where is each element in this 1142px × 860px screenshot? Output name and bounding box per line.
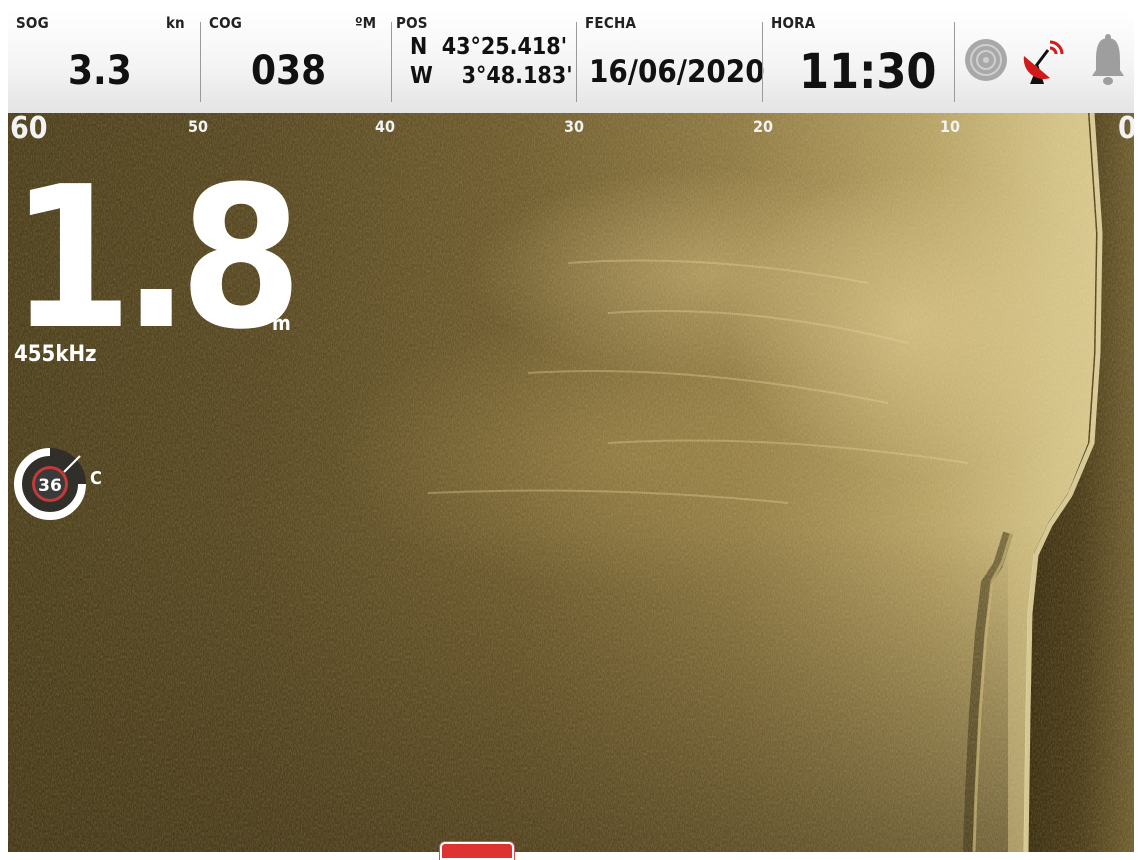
temperature-unit: C xyxy=(90,468,102,489)
fecha-value: 16/06/2020 xyxy=(589,54,765,90)
cog-panel[interactable]: COG ºM 038 xyxy=(201,10,391,113)
range-tick: 50 xyxy=(188,117,209,136)
hora-value: 11:30 xyxy=(799,44,937,100)
sidescan-sonar-image[interactable]: 60 50 40 30 20 10 0 1.8 m 455kHz 36 C xyxy=(8,113,1134,852)
depth-value: 1.8 xyxy=(10,145,302,373)
frequency-readout: 455kHz xyxy=(14,342,97,367)
range-tick: 40 xyxy=(375,117,396,136)
temperature-value: 36 xyxy=(38,476,62,496)
divider xyxy=(954,22,955,102)
range-tick: 30 xyxy=(564,117,585,136)
hora-label: HORA xyxy=(771,14,816,32)
sog-panel[interactable]: SOG kn 3.3 xyxy=(8,10,198,113)
sog-label: SOG xyxy=(16,14,49,32)
alarm-bell-icon[interactable] xyxy=(1090,32,1126,88)
sonar-screen: SOG kn 3.3 COG ºM 038 POS N 43°25.418' W… xyxy=(0,0,1142,860)
range-tick: 20 xyxy=(753,117,774,136)
sog-value: 3.3 xyxy=(68,48,132,94)
sog-unit: kn xyxy=(166,14,185,32)
menu-pull-tab[interactable] xyxy=(440,842,514,860)
range-tick: 10 xyxy=(940,117,961,136)
pos-lat: N 43°25.418' xyxy=(410,34,568,60)
fecha-panel[interactable]: FECHA 16/06/2020 xyxy=(577,10,765,113)
pos-lon: W 3°48.183' xyxy=(410,63,573,89)
fecha-label: FECHA xyxy=(585,14,637,32)
temperature-gauge-icon: 36 xyxy=(14,448,86,520)
cog-value: 038 xyxy=(251,48,327,94)
pos-label: POS xyxy=(396,14,428,32)
pos-panel[interactable]: POS N 43°25.418' W 3°48.183' xyxy=(392,10,577,113)
range-tick: 60 xyxy=(10,113,48,146)
temperature-gauge[interactable]: 36 xyxy=(12,446,88,522)
depth-unit: m xyxy=(272,311,291,335)
cog-unit: ºM xyxy=(355,14,377,32)
range-tick: 0 xyxy=(1118,113,1134,146)
satellite-dish-icon[interactable] xyxy=(1016,36,1068,88)
sonar-icon[interactable] xyxy=(964,38,1008,82)
instrument-bar: SOG kn 3.3 COG ºM 038 POS N 43°25.418' W… xyxy=(8,10,1134,115)
hora-panel[interactable]: HORA 11:30 xyxy=(763,10,953,113)
cog-label: COG xyxy=(209,14,243,32)
